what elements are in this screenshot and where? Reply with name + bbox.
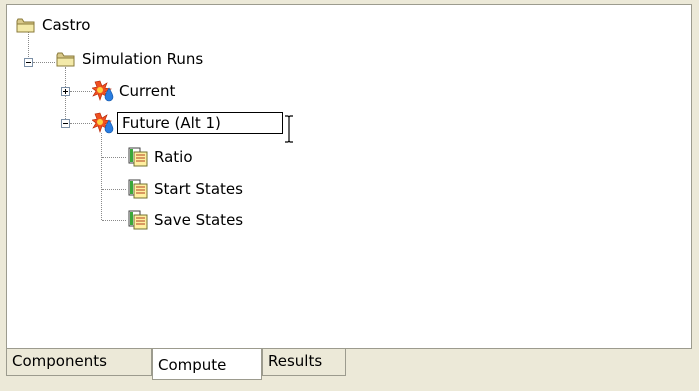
tree-connector [101,133,102,220]
tab-strip: Components Compute Results [0,349,699,391]
tree-node-start-states[interactable]: Start States [127,178,246,200]
document-icon [127,146,149,168]
tree-connector [102,189,126,190]
simulation-run-icon [92,112,114,134]
tree-connector [102,220,126,221]
tree-connector [33,62,55,63]
expand-toggle-current[interactable] [61,87,70,96]
collapse-toggle-future[interactable] [61,119,70,128]
rename-input-value: Future (Alt 1) [122,114,221,132]
folder-icon [55,48,77,70]
tree-view[interactable]: Castro Simulation Runs Current Future (A… [6,4,692,349]
rename-input[interactable]: Future (Alt 1) [117,112,283,134]
tree-node-label: Save States [154,211,244,229]
document-icon [127,209,149,231]
tree-node-label: Castro [42,16,91,34]
tree-node-future-alt1[interactable]: Future (Alt 1) [92,112,283,134]
text-cursor-icon [285,115,293,143]
tree-node-simulation-runs[interactable]: Simulation Runs [55,48,206,70]
simulation-run-icon [92,80,114,102]
tree-node-save-states[interactable]: Save States [127,209,246,231]
tree-node-ratio[interactable]: Ratio [127,146,196,168]
tree-node-label: Simulation Runs [82,50,204,68]
tree-connector [70,91,92,92]
tree-node-label: Current [119,82,176,100]
folder-icon [15,14,37,36]
document-icon [127,178,149,200]
tree-node-label: Ratio [154,148,193,166]
tree-connector [102,157,126,158]
tab-compute[interactable]: Compute [152,349,262,380]
tab-results[interactable]: Results [262,349,346,376]
tree-node-label: Start States [154,180,243,198]
tree-node-castro[interactable]: Castro [15,14,93,36]
tree-connector [70,123,92,124]
tree-node-current[interactable]: Current [92,80,178,102]
collapse-toggle-simulation-runs[interactable] [24,58,33,67]
tab-components[interactable]: Components [6,349,152,376]
